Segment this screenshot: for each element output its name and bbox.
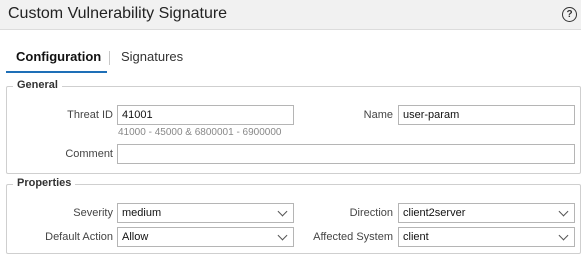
properties-section: Properties Severity medium Direction cli… [6,177,581,254]
direction-select[interactable]: client2server [398,203,575,223]
default-action-label: Default Action [45,231,113,243]
severity-label: Severity [73,207,113,219]
affected-system-select[interactable]: client [398,227,575,247]
severity-select[interactable]: medium [117,203,294,223]
affected-system-value: client [403,231,429,243]
default-action-value: Allow [122,231,149,243]
tab-configuration[interactable]: Configuration [16,49,101,64]
comment-label: Comment [65,148,113,160]
active-tab-indicator [6,71,107,73]
chevron-down-icon [558,206,569,217]
threat-id-label: Threat ID [67,109,113,121]
direction-label: Direction [349,207,393,219]
comment-input[interactable] [117,144,575,164]
threat-id-range-hint: 41000 - 45000 & 6800001 - 6900000 [118,127,282,138]
dialog-titlebar: Custom Vulnerability Signature ? [0,0,581,30]
general-section: General Threat ID 41001 41000 - 45000 & … [6,79,581,174]
threat-id-input[interactable]: 41001 [117,105,294,125]
chevron-down-icon [277,230,288,241]
tab-bar: Configuration Signatures [0,30,581,73]
tab-separator [109,51,110,65]
dialog-title: Custom Vulnerability Signature [8,5,228,22]
properties-legend: Properties [13,177,76,189]
chevron-down-icon [558,230,569,241]
general-legend: General [13,79,62,91]
name-input[interactable]: user-param [398,105,575,125]
chevron-down-icon [277,206,288,217]
tab-signatures[interactable]: Signatures [121,49,183,64]
help-icon[interactable]: ? [562,7,577,22]
direction-value: client2server [403,207,466,219]
severity-value: medium [122,207,162,219]
default-action-select[interactable]: Allow [117,227,294,247]
affected-system-label: Affected System [313,231,393,243]
name-label: Name [363,109,393,121]
